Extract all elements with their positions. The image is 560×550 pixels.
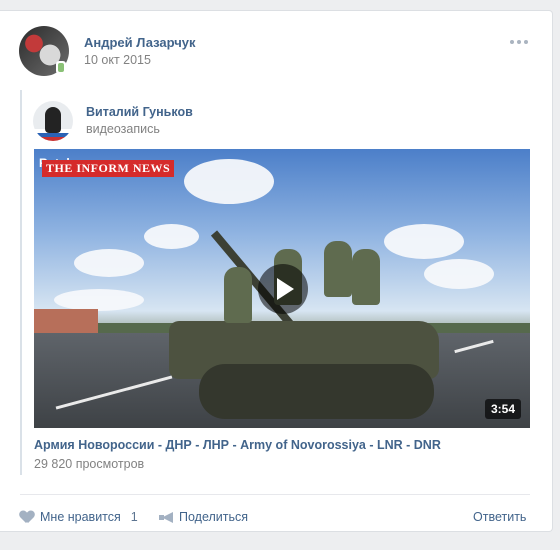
repost-author-name[interactable]: Виталий Гуньков [86,105,193,119]
post-date[interactable]: 10 окт 2015 [84,53,151,67]
like-count: 1 [130,510,138,524]
post-author-name[interactable]: Андрей Лазарчук [84,35,196,50]
tank-tracks [199,364,434,419]
megaphone-icon [159,511,173,523]
heart-icon [20,511,34,524]
video-duration: 3:54 [484,399,521,419]
reply-label: Ответить [473,510,527,524]
news-overlay-badge: THE INFORM NEWS [42,160,175,177]
like-button[interactable]: Мне нравится 1 [20,510,138,524]
mobile-online-icon [56,61,66,74]
more-dots-icon[interactable] [510,40,528,44]
video-title-link[interactable]: Армия Новороссии - ДНР - ЛНР - Army of N… [34,438,441,452]
repost-divider [20,90,22,475]
video-player[interactable]: Rutube THE INFORM NEWS 3:54 [34,149,530,428]
play-icon[interactable] [258,264,308,314]
repost-type-label: видеозапись [86,122,160,136]
reply-button[interactable]: Ответить [473,510,526,524]
post-card: Андрей Лазарчук 10 окт 2015 Виталий Гунь… [0,10,553,532]
soldier [224,267,252,323]
video-views: 29 820 просмотров [34,457,145,471]
soldier [352,249,380,305]
actions-divider [20,494,530,495]
like-label: Мне нравится [40,510,121,524]
share-button[interactable]: Поделиться [159,510,248,524]
soldier [324,241,352,297]
repost-author-avatar[interactable] [33,101,73,141]
share-label: Поделиться [179,510,249,524]
